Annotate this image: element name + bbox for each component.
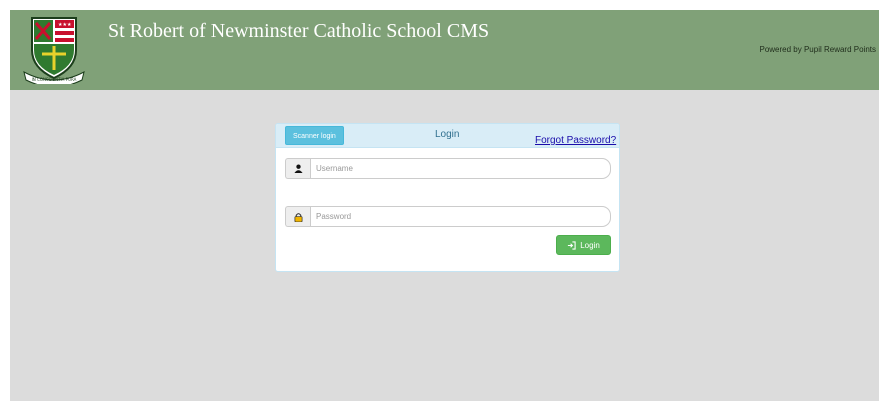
user-icon [285, 158, 310, 179]
login-button-label: Login [580, 240, 600, 250]
forgot-password-link[interactable]: Forgot Password? [535, 135, 616, 146]
svg-text:★★★: ★★★ [58, 22, 72, 28]
scanner-login-button[interactable]: Scanner login [285, 126, 344, 145]
username-group [285, 158, 611, 179]
password-group [285, 206, 611, 227]
login-button[interactable]: Login [556, 235, 611, 255]
powered-by-text: Powered by Pupil Reward Points [759, 45, 876, 54]
login-panel: Scanner login Login Forgot Password? Use… [275, 123, 620, 272]
username-input[interactable] [310, 158, 611, 179]
password-input[interactable] [310, 206, 611, 227]
page-background: ★★★ IN CONSCIENTIA PURA St Robert of New… [10, 10, 879, 401]
lock-icon [285, 206, 310, 227]
svg-text:IN CONSCIENTIA PURA: IN CONSCIENTIA PURA [32, 77, 77, 82]
login-panel-header: Scanner login Login Forgot Password? [276, 124, 619, 148]
login-arrow-icon [568, 240, 576, 250]
site-header: ★★★ IN CONSCIENTIA PURA St Robert of New… [10, 10, 879, 90]
site-title: St Robert of Newminster Catholic School … [108, 20, 490, 42]
panel-title: Login [435, 129, 460, 140]
school-crest-logo: ★★★ IN CONSCIENTIA PURA [23, 17, 85, 84]
